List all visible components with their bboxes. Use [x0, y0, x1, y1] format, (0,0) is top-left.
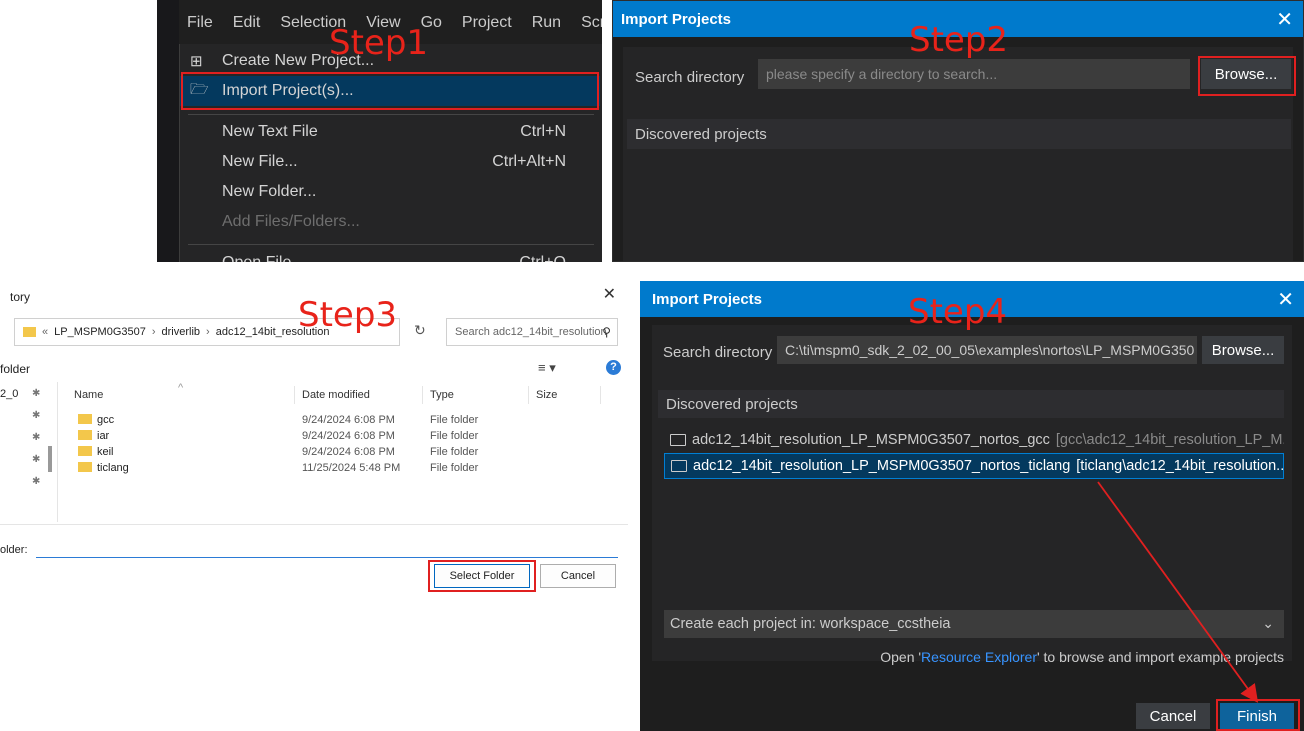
dialog-title: tory [10, 290, 31, 304]
menu-item-add-files-folders: Add Files/Folders... [222, 213, 360, 230]
file-row-gcc[interactable]: gcc 9/24/2024 6:08 PM File folder [62, 413, 562, 429]
menu-separator [188, 244, 594, 245]
file-row-iar[interactable]: iar 9/24/2024 6:08 PM File folder [62, 429, 562, 445]
browse-button[interactable]: Browse... [1202, 336, 1284, 364]
resource-explorer-link[interactable]: Resource Explorer [921, 649, 1037, 665]
search-directory-label: Search directory [635, 69, 745, 86]
new-folder-button[interactable]: folder [0, 362, 30, 376]
pin-icon: ✱ [32, 432, 41, 443]
project-item-ticlang[interactable]: adc12_14bit_resolution_LP_MSPM0G3507_nor… [664, 453, 1284, 479]
search-directory-label: Search directory [663, 344, 773, 361]
folder-icon [671, 460, 687, 472]
close-icon[interactable]: ✕ [603, 284, 616, 304]
new-project-icon: ⊞ [190, 53, 203, 70]
folder-icon [670, 434, 686, 446]
import-projects-dialog-filled: Import Projects ✕ Search directory C:\ti… [640, 281, 1304, 731]
close-icon[interactable]: ✕ [1276, 7, 1293, 32]
pin-icon: ✱ [32, 410, 41, 421]
cancel-button[interactable]: Cancel [1136, 703, 1210, 729]
search-icon: ⚲ [602, 325, 611, 339]
resource-explorer-hint: Open 'Resource Explorer' to browse and i… [880, 649, 1284, 665]
folder-icon [78, 430, 92, 440]
menu-item-new-text-file[interactable]: New Text File Ctrl+N [180, 117, 600, 147]
cancel-button[interactable]: Cancel [540, 564, 616, 588]
menu-item-open-file[interactable]: Open File... Ctrl+O [180, 248, 600, 262]
menu-item-new-file[interactable]: New File... Ctrl+Alt+N [180, 147, 600, 177]
project-item-gcc[interactable]: adc12_14bit_resolution_LP_MSPM0G3507_nor… [664, 427, 1284, 453]
step2-label: Step2 [909, 20, 1009, 60]
create-project-in-select[interactable]: Create each project in: workspace_ccsthe… [664, 610, 1284, 638]
chevron-left-icon: « [42, 326, 49, 338]
folder-icon [78, 462, 92, 472]
highlight-finish [1216, 699, 1300, 731]
menu-project[interactable]: Project [462, 14, 512, 32]
chevron-right-icon: › [206, 326, 210, 338]
search-input[interactable]: Search adc12_14bit_resolution ⚲ [446, 318, 618, 346]
activity-bar [157, 0, 179, 262]
menu-scr[interactable]: Scr [581, 14, 602, 32]
dialog-title: Import Projects [621, 11, 732, 28]
highlight-browse [1198, 56, 1296, 96]
column-name[interactable]: Name [74, 389, 103, 401]
search-directory-input[interactable]: C:\ti\mspm0_sdk_2_02_00_05\examples\nort… [777, 336, 1197, 364]
help-icon[interactable]: ? [606, 360, 621, 375]
folder-label: older: [0, 544, 28, 556]
file-menu-panel: File Edit Selection View Go Project Run … [157, 0, 602, 262]
pin-icon: ✱ [32, 388, 41, 399]
step1-label: Step1 [329, 23, 429, 63]
sort-icon: ^ [178, 382, 184, 394]
file-row-ticlang[interactable]: ticlang 11/25/2024 5:48 PM File folder [62, 461, 562, 477]
folder-icon [78, 414, 92, 424]
folder-icon [78, 446, 92, 456]
discovered-projects-header: Discovered projects [627, 119, 1291, 149]
step3-label: Step3 [298, 295, 398, 335]
search-directory-input[interactable]: please specify a directory to search... [758, 59, 1190, 89]
menu-item-new-folder[interactable]: New Folder... [180, 177, 600, 207]
chevron-right-icon: › [151, 326, 156, 338]
folder-input[interactable] [36, 538, 618, 558]
refresh-icon[interactable]: ↻ [414, 322, 426, 339]
dialog-title: Import Projects [652, 291, 763, 308]
highlight-import-projects [181, 72, 599, 110]
import-projects-dialog-empty: Import Projects ✕ Search directory pleas… [612, 0, 1304, 262]
pin-icon: ✱ [32, 476, 41, 487]
column-date-modified[interactable]: Date modified [302, 389, 370, 401]
dialog-body: Search directory please specify a direct… [623, 47, 1293, 261]
chevron-down-icon: ⌄ [1262, 615, 1274, 631]
highlight-select-folder [428, 560, 536, 592]
column-type[interactable]: Type [430, 389, 454, 401]
nav-item[interactable]: 2_0 [0, 388, 18, 400]
column-headers: Name ^ Date modified Type Size [62, 382, 602, 408]
menu-run[interactable]: Run [532, 14, 561, 32]
close-icon[interactable]: ✕ [1277, 287, 1294, 312]
menu-separator [188, 114, 594, 115]
folder-icon [23, 327, 36, 337]
column-size[interactable]: Size [536, 389, 557, 401]
menu-file[interactable]: File [187, 14, 213, 32]
file-row-keil[interactable]: keil 9/24/2024 6:08 PM File folder [62, 445, 562, 461]
menu-edit[interactable]: Edit [233, 14, 261, 32]
breadcrumb-2[interactable]: driverlib [162, 326, 201, 338]
discovered-projects-header: Discovered projects [658, 390, 1284, 418]
breadcrumb-1[interactable]: LP_MSPM0G3507 [54, 326, 146, 338]
pin-icon: ✱ [32, 454, 41, 465]
scrollbar-thumb[interactable] [48, 446, 52, 472]
view-options-icon[interactable]: ≡ ▾ [538, 360, 556, 376]
select-folder-dialog: tory ✕ « LP_MSPM0G3507 › driverlib › adc… [0, 272, 628, 602]
step4-label: Step4 [908, 292, 1008, 332]
